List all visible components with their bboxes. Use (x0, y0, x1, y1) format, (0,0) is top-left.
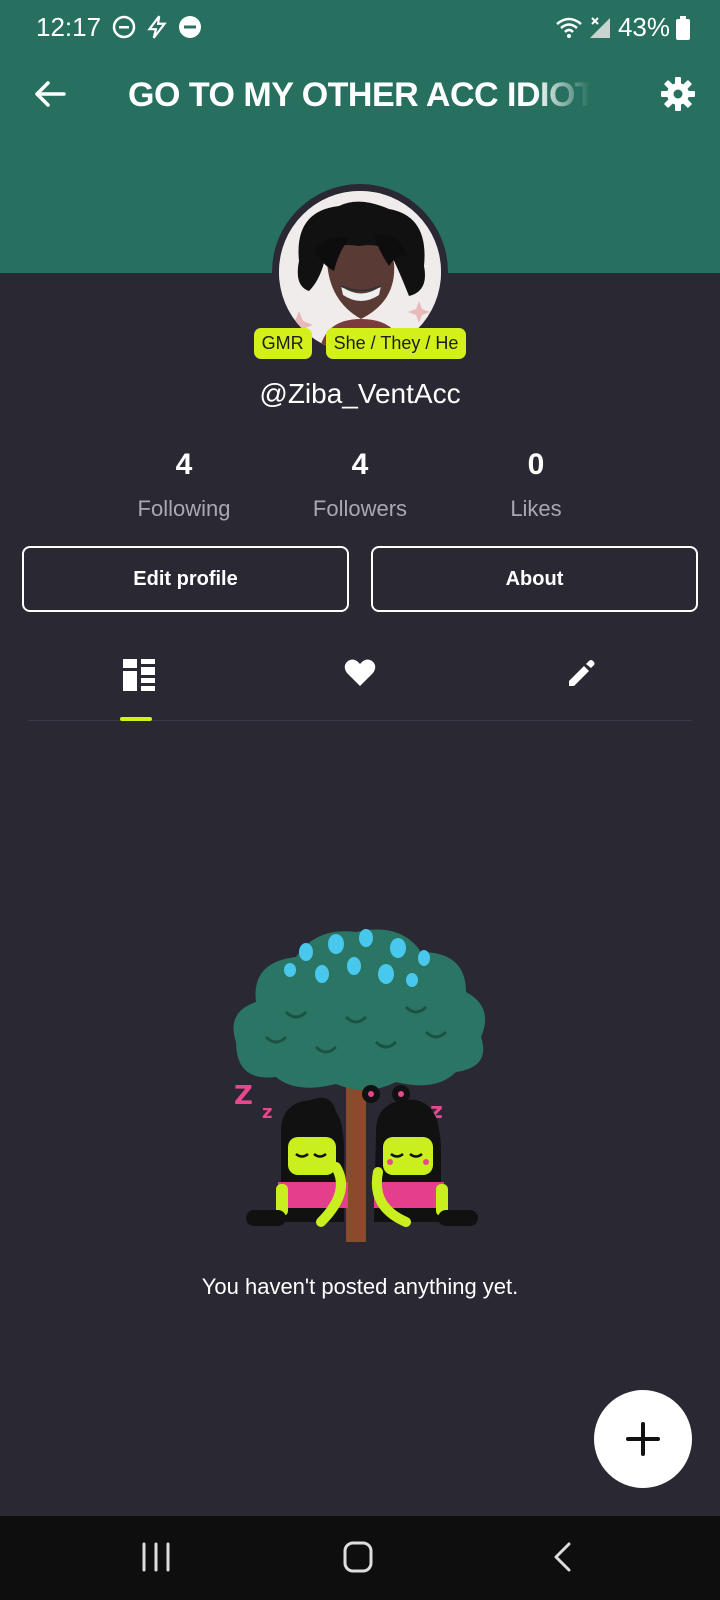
heart-icon (344, 659, 376, 686)
top-app-bar: GO TO MY OTHER ACC IDIOT (0, 60, 720, 130)
stat-followers-value: 4 (351, 448, 369, 481)
tab-posts[interactable] (28, 650, 249, 721)
home-button[interactable] (338, 1540, 378, 1574)
battery-percent: 43% (617, 12, 670, 42)
dnd-outline-icon (112, 15, 136, 39)
profile-tabs (28, 650, 692, 721)
profile-title: GO TO MY OTHER ACC IDIOT (128, 76, 590, 114)
svg-text:Z: Z (234, 1081, 253, 1111)
stat-likes-value: 0 (527, 448, 545, 481)
edit-profile-button[interactable]: Edit profile (22, 546, 349, 612)
stat-likes[interactable]: 0 Likes (448, 448, 624, 522)
profile-actions: Edit profile About (22, 546, 698, 612)
settings-button[interactable] (660, 76, 696, 112)
pencil-icon (569, 660, 595, 686)
about-button[interactable]: About (371, 546, 698, 612)
home-icon (343, 1541, 373, 1573)
gear-icon (661, 77, 695, 111)
recent-apps-button[interactable] (136, 1540, 176, 1574)
sleeping-tree-illustration: Z z z (233, 929, 486, 1242)
username-handle: @Ziba_VentAcc (259, 378, 461, 409)
wifi-icon (556, 17, 582, 38)
stat-followers[interactable]: 4 Followers (272, 448, 448, 522)
svg-text:z: z (262, 1102, 272, 1123)
badge-gmr: GMR (253, 328, 312, 359)
stat-following-label: Following (137, 496, 231, 521)
signal-icon (589, 16, 610, 38)
profile-badges: GMR She / They / He (0, 328, 720, 359)
tab-drafts[interactable] (471, 650, 692, 720)
status-bar: 12:17 43% (0, 0, 720, 54)
tab-liked[interactable] (249, 650, 470, 720)
tab-active-indicator (120, 717, 152, 721)
stat-following[interactable]: 4 Following (96, 448, 272, 522)
back-button[interactable] (30, 74, 70, 114)
plus-icon (626, 1422, 660, 1456)
grid-icon (122, 659, 155, 691)
empty-state-illustration: Z z z (226, 922, 496, 1252)
stat-likes-label: Likes (510, 496, 562, 521)
arrow-left-icon (35, 81, 66, 107)
system-navigation-bar (0, 1516, 720, 1600)
recent-apps-icon (142, 1542, 170, 1572)
stat-followers-label: Followers (312, 496, 408, 521)
system-back-button[interactable] (544, 1540, 584, 1574)
power-saving-icon (147, 15, 167, 39)
chevron-left-icon (554, 1542, 571, 1572)
profile-stats: 4 Following 4 Followers 0 Likes (96, 448, 624, 522)
battery-icon (676, 15, 690, 40)
create-post-button[interactable] (594, 1390, 692, 1488)
badge-pronouns: She / They / He (325, 328, 467, 359)
empty-state-message: You haven't posted anything yet. (201, 1274, 519, 1299)
status-time: 12:17 (36, 12, 102, 42)
dnd-icon (179, 16, 201, 38)
stat-following-value: 4 (175, 448, 193, 481)
